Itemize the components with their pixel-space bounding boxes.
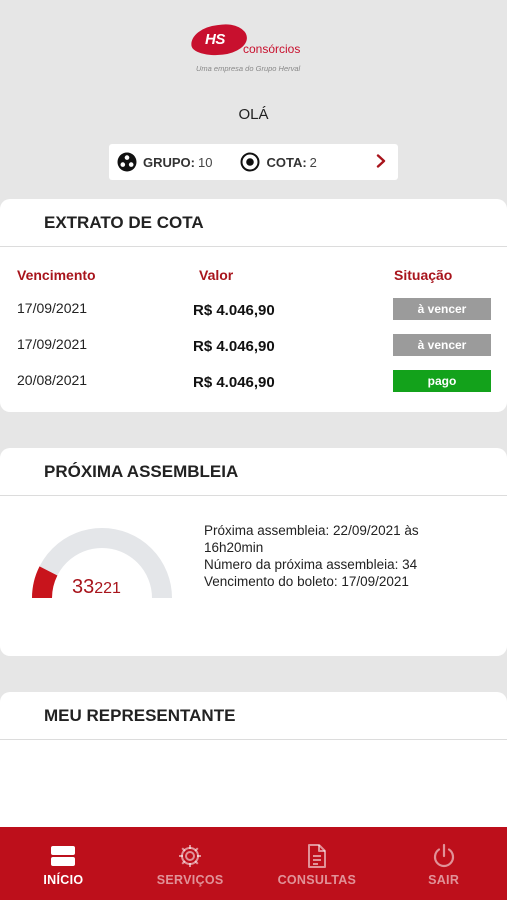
- extrato-card: EXTRATO DE COTA Vencimento Valor Situaçã…: [0, 199, 507, 412]
- row-date: 17/09/2021: [17, 300, 88, 316]
- row-date: 20/08/2021: [17, 372, 88, 388]
- header-valor: Valor: [199, 267, 234, 283]
- logo-tagline: Uma empresa do Grupo Herval: [196, 64, 301, 73]
- tab-label: CONSULTAS: [277, 873, 357, 887]
- grupo-value: 10: [198, 154, 213, 170]
- cota-selector[interactable]: GRUPO: 10 COTA: 2: [109, 144, 398, 180]
- table-row[interactable]: 20/08/2021 R$ 4.046,90 pago: [0, 370, 507, 394]
- boleto-due-date: Vencimento do boleto: 17/09/2021: [204, 574, 409, 589]
- assembleia-info: Próxima assembleia: 22/09/2021 às 16h20m…: [204, 522, 494, 590]
- assembleia-time: 16h20min: [204, 540, 264, 555]
- bottom-tab-bar: INÍCIO SERVIÇOS CONSULTAS SAIR: [0, 827, 507, 900]
- representante-card: MEU REPRESENTANTE: [0, 692, 507, 842]
- logo-name: consórcios: [243, 42, 301, 56]
- status-badge: à vencer: [393, 334, 491, 356]
- row-value: R$ 4.046,90: [193, 302, 275, 319]
- grupo-label: GRUPO:: [143, 154, 195, 170]
- grupo-icon: [117, 152, 137, 172]
- assembleia-date: Próxima assembleia: 22/09/2021 às: [204, 523, 419, 538]
- brand-logo: HS consórcios Uma empresa do Grupo Herva…: [0, 22, 507, 80]
- cota-label: COTA:: [266, 154, 307, 170]
- table-row[interactable]: 17/09/2021 R$ 4.046,90 à vencer: [0, 298, 507, 322]
- document-icon: [304, 843, 330, 869]
- cota-icon: [240, 152, 260, 172]
- representante-title: MEU REPRESENTANTE: [0, 692, 507, 740]
- tab-sair[interactable]: SAIR: [380, 827, 507, 900]
- greeting: OLÁ: [238, 106, 269, 123]
- assembleia-card: PRÓXIMA ASSEMBLEIA 33221 Próxima assembl…: [0, 448, 507, 656]
- gauge-readout: 33221: [72, 576, 121, 599]
- power-icon: [431, 843, 457, 869]
- status-badge: à vencer: [393, 298, 491, 320]
- assembleia-number: Número da próxima assembleia: 34: [204, 557, 418, 572]
- table-row[interactable]: 17/09/2021 R$ 4.046,90 à vencer: [0, 334, 507, 358]
- row-date: 17/09/2021: [17, 336, 88, 352]
- tab-consultas[interactable]: CONSULTAS: [254, 827, 381, 900]
- row-value: R$ 4.046,90: [193, 338, 275, 355]
- tab-label: INÍCIO: [43, 873, 84, 887]
- logo-hs: HS: [205, 31, 225, 48]
- assembleia-title: PRÓXIMA ASSEMBLEIA: [0, 448, 507, 496]
- gauge-fill: [32, 566, 58, 599]
- tab-label: SERVIÇOS: [156, 873, 224, 887]
- header-situacao: Situação: [394, 267, 453, 283]
- row-value: R$ 4.046,90: [193, 374, 275, 391]
- gear-icon: [177, 843, 203, 869]
- tab-inicio[interactable]: INÍCIO: [0, 827, 127, 900]
- cota-value: 2: [309, 154, 317, 170]
- extrato-title: EXTRATO DE COTA: [0, 199, 507, 247]
- home-icon: [50, 843, 76, 869]
- status-badge: pago: [393, 370, 491, 392]
- tab-servicos[interactable]: SERVIÇOS: [127, 827, 254, 900]
- tab-label: SAIR: [428, 873, 460, 887]
- gauge-total: 221: [94, 580, 121, 597]
- chevron-right-icon[interactable]: [376, 153, 386, 171]
- gauge-value: 33: [72, 576, 95, 598]
- header-vencimento: Vencimento: [17, 267, 96, 283]
